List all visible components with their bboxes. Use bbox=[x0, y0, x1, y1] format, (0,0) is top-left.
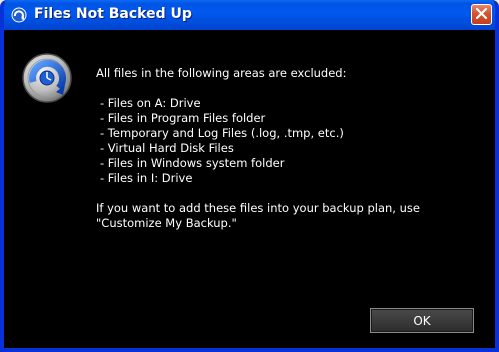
list-item: - Files in Program Files folder bbox=[100, 111, 266, 125]
title-bar[interactable]: Files Not Backed Up bbox=[4, 0, 495, 30]
close-icon bbox=[475, 5, 488, 24]
backup-clock-icon bbox=[21, 52, 73, 104]
close-button[interactable] bbox=[471, 4, 492, 25]
list-item: - Temporary and Log Files (.log, .tmp, e… bbox=[100, 126, 344, 140]
backup-globe-icon bbox=[11, 7, 27, 23]
list-item: - Files in Windows system folder bbox=[100, 156, 285, 170]
list-item: - Virtual Hard Disk Files bbox=[100, 141, 234, 155]
message-outro-line-1: If you want to add these files into your… bbox=[96, 201, 420, 215]
list-item: - Files on A: Drive bbox=[100, 96, 201, 110]
dialog-window: Files Not Backed Up All files in the fol… bbox=[0, 0, 499, 352]
message-text: All files in the following areas are exc… bbox=[96, 66, 420, 231]
message-outro-line-2: "Customize My Backup." bbox=[96, 216, 237, 230]
excluded-areas-list: - Files on A: Drive - Files in Program F… bbox=[96, 96, 420, 186]
dialog-content: All files in the following areas are exc… bbox=[4, 30, 495, 348]
ok-button[interactable]: OK bbox=[370, 308, 474, 333]
message-intro: All files in the following areas are exc… bbox=[96, 66, 347, 80]
window-title: Files Not Backed Up bbox=[34, 6, 192, 22]
list-item: - Files in I: Drive bbox=[100, 171, 193, 185]
